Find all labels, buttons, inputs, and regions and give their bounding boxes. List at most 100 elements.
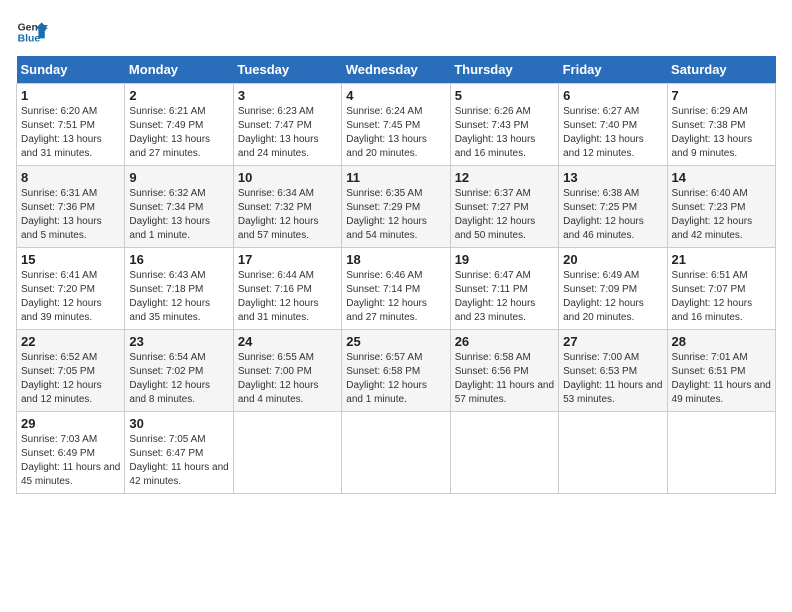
day-number: 5	[455, 88, 554, 103]
day-number: 9	[129, 170, 228, 185]
calendar-cell: 4Sunrise: 6:24 AMSunset: 7:45 PMDaylight…	[342, 84, 450, 166]
day-number: 8	[21, 170, 120, 185]
day-detail: Sunrise: 6:20 AMSunset: 7:51 PMDaylight:…	[21, 105, 120, 161]
day-detail: Sunrise: 6:37 AMSunset: 7:27 PMDaylight:…	[455, 187, 554, 243]
calendar-cell: 10 Sunrise: 6:34 AMSunset: 7:32 PMDayligh…	[233, 166, 341, 248]
day-detail: Sunrise: 6:55 AMSunset: 7:00 PMDaylight:…	[238, 351, 337, 407]
day-number: 19	[455, 252, 554, 267]
day-detail: Sunrise: 6:21 AMSunset: 7:49 PMDaylight:…	[129, 105, 228, 161]
calendar-cell: 19 Sunrise: 6:47 AMSunset: 7:11 PMDayligh…	[450, 248, 558, 330]
calendar-cell: 15 Sunrise: 6:41 AMSunset: 7:20 PMDayligh…	[17, 248, 125, 330]
calendar-cell: 1 Sunrise: 6:20 AMSunset: 7:51 PMDaylight…	[17, 84, 125, 166]
calendar-cell	[342, 412, 450, 494]
calendar-cell	[450, 412, 558, 494]
day-detail: Sunrise: 7:01 AMSunset: 6:51 PMDaylight:…	[672, 351, 771, 407]
calendar-cell: 2 Sunrise: 6:21 AMSunset: 7:49 PMDaylight…	[125, 84, 233, 166]
day-number: 18	[346, 252, 445, 267]
day-number: 10	[238, 170, 337, 185]
day-number: 6	[563, 88, 662, 103]
calendar-cell: 26 Sunrise: 6:58 AMSunset: 6:56 PMDayligh…	[450, 330, 558, 412]
col-header-friday: Friday	[559, 56, 667, 84]
col-header-saturday: Saturday	[667, 56, 775, 84]
day-number: 2	[129, 88, 228, 103]
calendar-table: SundayMondayTuesdayWednesdayThursdayFrid…	[16, 56, 776, 494]
header-row: SundayMondayTuesdayWednesdayThursdayFrid…	[17, 56, 776, 84]
calendar-week-5: 29 Sunrise: 7:03 AMSunset: 6:49 PMDayligh…	[17, 412, 776, 494]
calendar-cell: 20 Sunrise: 6:49 AMSunset: 7:09 PMDayligh…	[559, 248, 667, 330]
day-number: 7	[672, 88, 771, 103]
col-header-thursday: Thursday	[450, 56, 558, 84]
calendar-cell: 18 Sunrise: 6:46 AMSunset: 7:14 PMDayligh…	[342, 248, 450, 330]
day-detail: Sunrise: 6:35 AMSunset: 7:29 PMDaylight:…	[346, 187, 445, 243]
calendar-cell: 17Sunrise: 6:44 AMSunset: 7:16 PMDayligh…	[233, 248, 341, 330]
day-detail: Sunrise: 6:51 AMSunset: 7:07 PMDaylight:…	[672, 269, 771, 325]
calendar-cell	[667, 412, 775, 494]
day-number: 26	[455, 334, 554, 349]
day-detail: Sunrise: 6:40 AMSunset: 7:23 PMDaylight:…	[672, 187, 771, 243]
calendar-cell	[559, 412, 667, 494]
day-detail: Sunrise: 6:57 AMSunset: 6:58 PMDaylight:…	[346, 351, 445, 407]
day-detail: Sunrise: 6:38 AMSunset: 7:25 PMDaylight:…	[563, 187, 662, 243]
col-header-sunday: Sunday	[17, 56, 125, 84]
calendar-cell: 9 Sunrise: 6:32 AMSunset: 7:34 PMDaylight…	[125, 166, 233, 248]
day-number: 21	[672, 252, 771, 267]
day-detail: Sunrise: 6:49 AMSunset: 7:09 PMDaylight:…	[563, 269, 662, 325]
day-number: 1	[21, 88, 120, 103]
day-detail: Sunrise: 6:24 AMSunset: 7:45 PMDaylight:…	[346, 105, 445, 161]
page-header: General Blue	[16, 16, 776, 48]
day-number: 16	[129, 252, 228, 267]
calendar-cell: 5 Sunrise: 6:26 AMSunset: 7:43 PMDaylight…	[450, 84, 558, 166]
day-number: 3	[238, 88, 337, 103]
calendar-cell: 16 Sunrise: 6:43 AMSunset: 7:18 PMDayligh…	[125, 248, 233, 330]
day-number: 11	[346, 170, 445, 185]
calendar-cell: 23Sunrise: 6:54 AMSunset: 7:02 PMDayligh…	[125, 330, 233, 412]
calendar-cell: 22Sunrise: 6:52 AMSunset: 7:05 PMDayligh…	[17, 330, 125, 412]
day-detail: Sunrise: 6:34 AMSunset: 7:32 PMDaylight:…	[238, 187, 337, 243]
calendar-cell: 12 Sunrise: 6:37 AMSunset: 7:27 PMDayligh…	[450, 166, 558, 248]
day-detail: Sunrise: 6:27 AMSunset: 7:40 PMDaylight:…	[563, 105, 662, 161]
calendar-cell: 29 Sunrise: 7:03 AMSunset: 6:49 PMDayligh…	[17, 412, 125, 494]
day-detail: Sunrise: 6:58 AMSunset: 6:56 PMDaylight:…	[455, 351, 554, 407]
day-number: 14	[672, 170, 771, 185]
day-number: 12	[455, 170, 554, 185]
day-number: 17	[238, 252, 337, 267]
day-detail: Sunrise: 6:26 AMSunset: 7:43 PMDaylight:…	[455, 105, 554, 161]
calendar-week-2: 8 Sunrise: 6:31 AMSunset: 7:36 PMDaylight…	[17, 166, 776, 248]
calendar-cell: 13Sunrise: 6:38 AMSunset: 7:25 PMDayligh…	[559, 166, 667, 248]
calendar-cell	[233, 412, 341, 494]
calendar-week-4: 22Sunrise: 6:52 AMSunset: 7:05 PMDayligh…	[17, 330, 776, 412]
day-detail: Sunrise: 6:41 AMSunset: 7:20 PMDaylight:…	[21, 269, 120, 325]
day-detail: Sunrise: 6:54 AMSunset: 7:02 PMDaylight:…	[129, 351, 228, 407]
calendar-cell: 21 Sunrise: 6:51 AMSunset: 7:07 PMDayligh…	[667, 248, 775, 330]
calendar-cell: 3 Sunrise: 6:23 AMSunset: 7:47 PMDaylight…	[233, 84, 341, 166]
day-detail: Sunrise: 6:23 AMSunset: 7:47 PMDaylight:…	[238, 105, 337, 161]
day-number: 29	[21, 416, 120, 431]
col-header-tuesday: Tuesday	[233, 56, 341, 84]
day-number: 15	[21, 252, 120, 267]
day-detail: Sunrise: 6:29 AMSunset: 7:38 PMDaylight:…	[672, 105, 771, 161]
calendar-week-1: 1 Sunrise: 6:20 AMSunset: 7:51 PMDaylight…	[17, 84, 776, 166]
day-number: 20	[563, 252, 662, 267]
calendar-cell: 30 Sunrise: 7:05 AMSunset: 6:47 PMDayligh…	[125, 412, 233, 494]
calendar-cell: 14 Sunrise: 6:40 AMSunset: 7:23 PMDayligh…	[667, 166, 775, 248]
day-number: 25	[346, 334, 445, 349]
calendar-cell: 11 Sunrise: 6:35 AMSunset: 7:29 PMDayligh…	[342, 166, 450, 248]
day-detail: Sunrise: 6:43 AMSunset: 7:18 PMDaylight:…	[129, 269, 228, 325]
calendar-cell: 28Sunrise: 7:01 AMSunset: 6:51 PMDayligh…	[667, 330, 775, 412]
calendar-week-3: 15 Sunrise: 6:41 AMSunset: 7:20 PMDayligh…	[17, 248, 776, 330]
col-header-wednesday: Wednesday	[342, 56, 450, 84]
calendar-cell: 8 Sunrise: 6:31 AMSunset: 7:36 PMDaylight…	[17, 166, 125, 248]
logo-icon: General Blue	[16, 16, 48, 48]
day-number: 30	[129, 416, 228, 431]
day-detail: Sunrise: 7:05 AMSunset: 6:47 PMDaylight:…	[129, 433, 228, 489]
day-detail: Sunrise: 7:03 AMSunset: 6:49 PMDaylight:…	[21, 433, 120, 489]
day-detail: Sunrise: 6:32 AMSunset: 7:34 PMDaylight:…	[129, 187, 228, 243]
col-header-monday: Monday	[125, 56, 233, 84]
day-detail: Sunrise: 6:31 AMSunset: 7:36 PMDaylight:…	[21, 187, 120, 243]
calendar-cell: 24Sunrise: 6:55 AMSunset: 7:00 PMDayligh…	[233, 330, 341, 412]
day-detail: Sunrise: 6:46 AMSunset: 7:14 PMDaylight:…	[346, 269, 445, 325]
day-detail: Sunrise: 6:52 AMSunset: 7:05 PMDaylight:…	[21, 351, 120, 407]
calendar-cell: 27Sunrise: 7:00 AMSunset: 6:53 PMDayligh…	[559, 330, 667, 412]
day-number: 27	[563, 334, 662, 349]
day-detail: Sunrise: 6:47 AMSunset: 7:11 PMDaylight:…	[455, 269, 554, 325]
